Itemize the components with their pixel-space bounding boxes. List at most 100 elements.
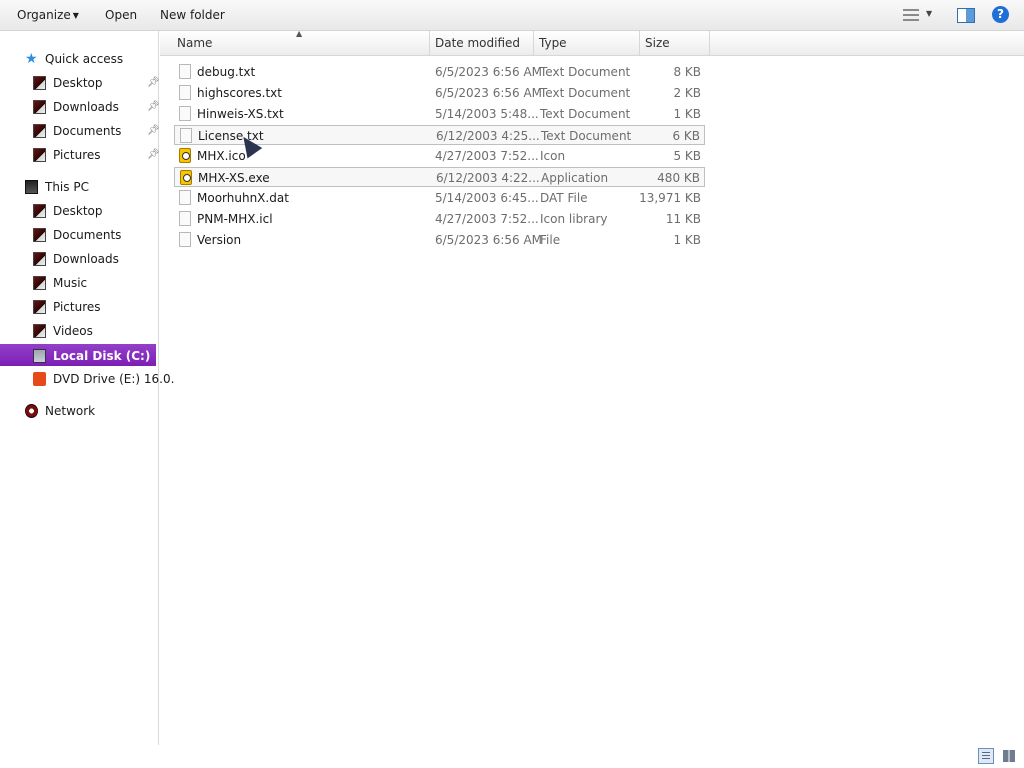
column-header-name[interactable]: Name — [172, 31, 430, 55]
star-icon: ★ — [25, 51, 38, 67]
details-view-icon[interactable] — [978, 748, 994, 764]
file-size: 1 KB — [673, 233, 701, 247]
open-button[interactable]: Open — [105, 8, 137, 22]
downloads-folder-icon — [33, 100, 46, 114]
file-row[interactable]: MoorhuhnX.dat 5/14/2003 6:45... DAT File 13… — [174, 188, 705, 208]
file-size: 11 KB — [665, 212, 701, 226]
column-header-bar: ▲ Name Date modified Type Size — [160, 29, 1024, 56]
file-date-modified: 6/5/2023 6:56 AM — [435, 233, 543, 247]
large-icons-view-icon[interactable] — [1001, 748, 1017, 764]
file-type: Icon — [540, 149, 566, 163]
nav-label: Network — [45, 404, 96, 418]
dvd-drive-icon — [33, 372, 46, 386]
file-date-modified: 6/5/2023 6:56 AM — [435, 86, 543, 100]
file-type: Icon library — [540, 212, 608, 226]
file-date-modified: 6/5/2023 6:56 AM — [435, 65, 543, 79]
help-icon[interactable]: ? — [992, 6, 1009, 23]
document-file-icon — [179, 106, 191, 121]
pin-icon[interactable]: 📌︎ — [147, 97, 160, 117]
file-date-modified: 5/14/2003 5:48... — [435, 107, 539, 121]
network-icon — [25, 404, 38, 418]
pin-icon[interactable]: 📌︎ — [147, 121, 160, 141]
documents-folder-icon — [33, 228, 46, 242]
pin-icon[interactable]: 📌︎ — [147, 73, 160, 93]
status-bar — [160, 745, 1024, 768]
file-list: debug.txt 6/5/2023 6:56 AM Text Document 8 … — [160, 56, 1024, 746]
nav-label: Documents — [53, 228, 122, 242]
nav-label: Downloads — [53, 252, 119, 266]
nav-label: Desktop — [53, 76, 103, 90]
view-options-chevron-icon[interactable]: ▼ — [926, 9, 932, 18]
file-row[interactable]: Version 6/5/2023 6:56 AM File 1 KB — [174, 230, 705, 250]
file-date-modified: 4/27/2003 7:52... — [435, 212, 539, 226]
nav-label: Quick access — [45, 52, 124, 66]
file-size: 8 KB — [673, 65, 701, 79]
document-file-icon — [179, 232, 191, 247]
pictures-folder-icon — [33, 148, 46, 162]
document-file-icon — [180, 128, 192, 143]
file-name: PNM-MHX.icl — [197, 212, 273, 226]
file-size: 1 KB — [673, 107, 701, 121]
file-type: Text Document — [540, 86, 631, 100]
application-file-icon — [180, 170, 192, 185]
preview-pane-icon[interactable] — [957, 8, 975, 23]
command-bar: Organize ▼ Open New folder ▼ ? — [0, 0, 1024, 31]
nav-label: Videos — [53, 324, 93, 338]
nav-label: Music — [53, 276, 88, 290]
column-header-type[interactable]: Type — [534, 31, 640, 55]
file-size: 6 KB — [672, 129, 700, 143]
file-size: 5 KB — [673, 149, 701, 163]
file-type: DAT File — [540, 191, 588, 205]
file-row[interactable]: MHX-XS.exe 6/12/2003 4:22... Application 48… — [174, 167, 705, 187]
column-header-date-modified[interactable]: Date modified — [430, 31, 534, 55]
navigation-pane: ★ Quick access Desktop 📌︎ Downloads 📌︎ D… — [0, 31, 174, 745]
file-type: File — [540, 233, 561, 247]
nav-label: Downloads — [53, 100, 119, 114]
file-type: Text Document — [540, 65, 631, 79]
desktop-folder-icon — [33, 76, 46, 90]
file-size: 480 KB — [657, 171, 700, 185]
file-row[interactable]: Hinweis-XS.txt 5/14/2003 5:48... Text Docu… — [174, 104, 705, 124]
new-folder-button[interactable]: New folder — [160, 8, 225, 22]
file-name: MHX-XS.exe — [198, 171, 270, 185]
document-file-icon — [179, 211, 191, 226]
nav-label: Pictures — [53, 300, 101, 314]
file-date-modified: 6/12/2003 4:22... — [436, 171, 540, 185]
file-row[interactable]: debug.txt 6/5/2023 6:56 AM Text Document 8 … — [174, 62, 705, 82]
drive-icon — [33, 349, 46, 363]
pictures-folder-icon — [33, 300, 46, 314]
organize-button[interactable]: Organize ▼ — [17, 8, 79, 22]
desktop-folder-icon — [33, 204, 46, 218]
file-size: 2 KB — [673, 86, 701, 100]
file-name: MHX.ico — [197, 149, 246, 163]
nav-label: Documents — [53, 124, 122, 138]
nav-label: Local Disk (C:) — [53, 349, 151, 363]
nav-label: DVD Drive (E:) 16.0. — [53, 372, 175, 386]
nav-label: Desktop — [53, 204, 103, 218]
file-row[interactable]: highscores.txt 6/5/2023 6:56 AM Text Docum… — [174, 83, 705, 103]
file-size: 13,971 KB — [639, 191, 701, 205]
column-header-size[interactable]: Size — [640, 31, 710, 55]
document-file-icon — [179, 190, 191, 205]
change-view-icon[interactable] — [903, 9, 919, 21]
videos-folder-icon — [33, 324, 46, 338]
music-folder-icon — [33, 276, 46, 290]
pin-icon[interactable]: 📌︎ — [147, 145, 160, 165]
nav-label: Pictures — [53, 148, 101, 162]
chevron-down-icon: ▼ — [72, 11, 79, 20]
file-date-modified: 5/14/2003 6:45... — [435, 191, 539, 205]
file-type: Application — [541, 171, 609, 185]
file-name: highscores.txt — [197, 86, 282, 100]
file-name: Version — [197, 233, 242, 247]
file-name: Hinweis-XS.txt — [197, 107, 284, 121]
file-name: debug.txt — [197, 65, 256, 79]
file-type: Text Document — [540, 107, 631, 121]
file-type: Text Document — [541, 129, 632, 143]
computer-icon — [25, 180, 38, 194]
file-date-modified: 6/12/2003 4:25... — [436, 129, 540, 143]
nav-label: This PC — [45, 180, 89, 194]
document-file-icon — [179, 85, 191, 100]
application-file-icon — [179, 148, 191, 163]
file-row[interactable]: PNM-MHX.icl 4/27/2003 7:52... Icon library… — [174, 209, 705, 229]
file-name: MoorhuhnX.dat — [197, 191, 289, 205]
